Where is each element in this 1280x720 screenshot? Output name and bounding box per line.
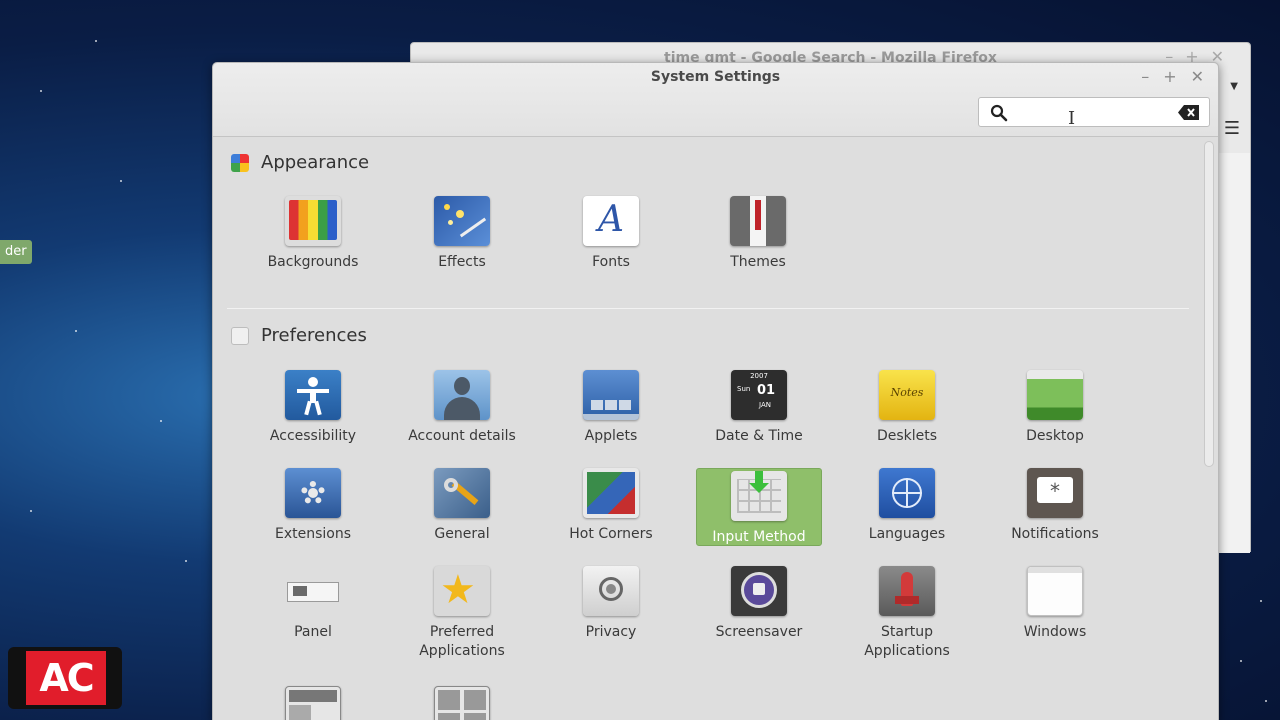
panel-icon xyxy=(285,566,341,616)
tile-label: Hot Corners xyxy=(569,526,653,542)
tile-label: Panel xyxy=(294,624,332,640)
tile-label: Themes xyxy=(730,254,786,270)
preferences-title: Preferences xyxy=(261,325,367,346)
tile-label: Windows xyxy=(1023,624,1087,640)
scrollbar-thumb[interactable] xyxy=(1204,141,1214,467)
search-box[interactable] xyxy=(978,97,1210,127)
tile-accessibility[interactable]: Accessibility xyxy=(250,370,376,446)
tile-privacy[interactable]: Privacy xyxy=(548,566,674,642)
workspaces-icon xyxy=(434,686,490,720)
tile-hot-corners[interactable]: Hot Corners xyxy=(548,468,674,544)
tile-date-time[interactable]: 2007 Sun 01 JAN Date & Time xyxy=(696,370,822,446)
tile-label: Languages xyxy=(868,526,946,542)
tile-label: Backgrounds xyxy=(267,254,359,270)
desklets-icon: Notes xyxy=(879,370,935,420)
applets-icon xyxy=(583,370,639,420)
tile-label: Effects xyxy=(438,254,486,270)
themes-icon xyxy=(730,196,786,246)
fonts-icon: A xyxy=(583,196,639,246)
tile-label: Account details xyxy=(408,428,516,444)
tile-backgrounds[interactable]: Backgrounds xyxy=(250,196,376,272)
tile-notifications[interactable]: * Notifications xyxy=(992,468,1118,544)
preferred-applications-icon: ★ xyxy=(434,566,490,616)
date-time-icon: 2007 Sun 01 JAN xyxy=(731,370,787,420)
tile-general[interactable]: General xyxy=(399,468,525,544)
text-cursor-icon: I xyxy=(1068,108,1076,129)
tile-label: Applets xyxy=(584,428,638,444)
screensaver-icon xyxy=(731,566,787,616)
search-icon xyxy=(990,104,1008,122)
minimize-button[interactable]: – xyxy=(1141,67,1149,86)
privacy-icon xyxy=(583,566,639,616)
appearance-icon xyxy=(231,153,249,172)
tile-label: Fonts xyxy=(592,254,630,270)
windows-icon xyxy=(1027,566,1083,616)
watermark-logo: AC xyxy=(8,647,122,709)
background-window-scrollbar[interactable] xyxy=(1218,153,1250,553)
tile-startup-applications[interactable]: Startup Applications xyxy=(844,566,970,661)
effects-icon xyxy=(434,196,490,246)
system-settings-window: System Settings – + ✕ I Appearance Backg… xyxy=(212,62,1219,720)
tile-windows[interactable]: Windows xyxy=(992,566,1118,642)
watermark-text: AC xyxy=(26,651,106,705)
tile-label: Privacy xyxy=(585,624,637,640)
window-title: System Settings xyxy=(650,69,781,85)
tile-label: General xyxy=(434,526,490,542)
tile-screensaver[interactable]: Screensaver xyxy=(696,566,822,642)
maximize-button[interactable]: + xyxy=(1163,67,1176,86)
tile-applets[interactable]: Applets xyxy=(548,370,674,446)
titlebar: System Settings – + ✕ I xyxy=(213,63,1218,137)
accessibility-icon xyxy=(285,370,341,420)
tile-account-details[interactable]: Account details xyxy=(399,370,525,446)
tile-languages[interactable]: Languages xyxy=(844,468,970,544)
tile-label: Preferred Applications xyxy=(419,624,505,659)
tile-label: Startup Applications xyxy=(864,624,950,659)
close-button[interactable]: ✕ xyxy=(1191,67,1204,86)
input-method-icon xyxy=(731,471,787,521)
tile-input-method[interactable]: Input Method xyxy=(696,468,822,546)
tile-label: Accessibility xyxy=(269,428,357,444)
startup-applications-icon xyxy=(879,566,935,616)
general-icon xyxy=(434,468,490,518)
tile-desktop[interactable]: Desktop xyxy=(992,370,1118,446)
hamburger-menu-icon[interactable]: ☰ xyxy=(1224,118,1240,139)
tile-fonts[interactable]: A Fonts xyxy=(548,196,674,272)
workspace-layout-icon xyxy=(285,686,341,720)
appearance-section-header: Appearance xyxy=(231,152,369,173)
window-controls: – + ✕ xyxy=(1141,67,1204,86)
settings-content: Appearance Backgrounds Effects A Fonts T… xyxy=(213,138,1203,720)
tile-panel[interactable]: Panel xyxy=(250,566,376,642)
tile-desklets[interactable]: Notes Desklets xyxy=(844,370,970,446)
notifications-icon: * xyxy=(1027,468,1083,518)
hot-corners-icon xyxy=(583,468,639,518)
tile-label: Desklets xyxy=(876,428,938,444)
tile-label: Desktop xyxy=(1026,428,1084,444)
preferences-section-header: Preferences xyxy=(231,325,367,346)
dropdown-arrow-icon[interactable]: ▼ xyxy=(1230,81,1238,92)
tile-label: Date & Time xyxy=(715,428,803,444)
tile-partial-1[interactable] xyxy=(250,686,376,720)
backgrounds-icon xyxy=(285,196,341,246)
tile-label: Notifications xyxy=(1011,526,1099,542)
search-input[interactable] xyxy=(1015,102,1175,122)
languages-icon xyxy=(879,468,935,518)
tile-effects[interactable]: Effects xyxy=(399,196,525,272)
desktop-label[interactable]: der xyxy=(0,240,32,264)
tile-label: Extensions xyxy=(274,526,352,542)
preferences-icon xyxy=(231,326,249,345)
section-divider xyxy=(227,308,1189,309)
account-details-icon xyxy=(434,370,490,420)
tile-extensions[interactable]: Extensions xyxy=(250,468,376,544)
tile-partial-2[interactable] xyxy=(399,686,525,720)
tile-themes[interactable]: Themes xyxy=(695,196,821,272)
clear-search-icon[interactable] xyxy=(1178,105,1200,120)
desktop-icon xyxy=(1027,370,1083,420)
tile-preferred-applications[interactable]: ★ Preferred Applications xyxy=(399,566,525,661)
extensions-icon xyxy=(285,468,341,518)
tile-label: Input Method xyxy=(712,529,806,545)
appearance-title: Appearance xyxy=(261,152,370,173)
tile-label: Screensaver xyxy=(715,624,803,640)
